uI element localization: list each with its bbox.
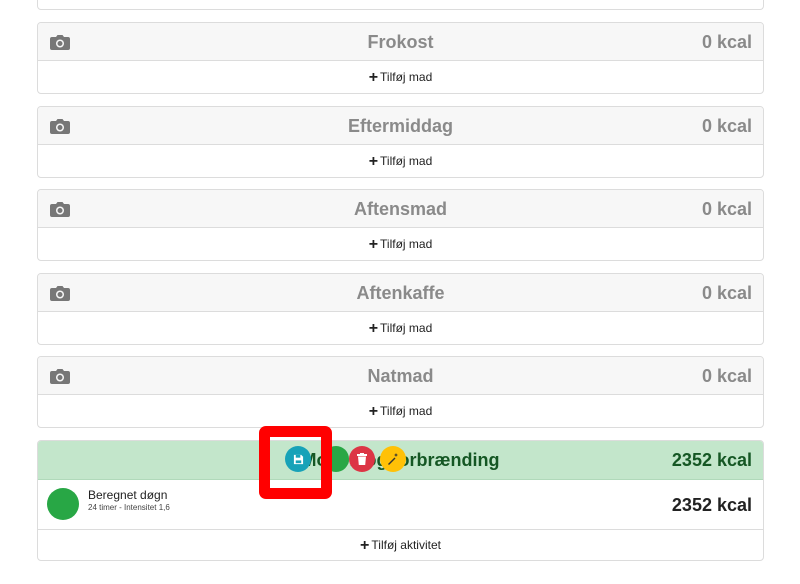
plus-icon: + [368,69,379,86]
add-food-label: Tilføj mad [380,237,433,251]
delete-button[interactable] [349,446,375,472]
activity-item-detail: 24 timer - Intensitet 1,6 [88,503,170,512]
plus-icon: + [360,537,370,554]
meal-title: Natmad [367,366,434,386]
meal-kcal: 0 kcal [701,283,752,303]
meal-header: Aftensmad 0 kcal [38,190,763,228]
previous-meal-card [37,0,764,10]
meal-title: Aftenkaffe [356,283,445,303]
meal-card-aftensmad: Aftensmad 0 kcal + Tilføj mad [37,189,764,261]
plus-icon: + [368,320,379,337]
meal-card-eftermiddag: Eftermiddag 0 kcal + Tilføj mad [37,106,764,178]
meal-title: Aftensmad [353,199,447,219]
highlight-annotation-box [259,426,332,499]
meal-kcal: 0 kcal [701,366,752,386]
meal-card-frokost: Frokost 0 kcal + Tilføj mad [37,22,764,94]
add-activity-label: Tilføj aktivitet [371,538,441,552]
magic-wand-icon [388,453,398,465]
plus-icon: + [368,403,379,420]
meal-title: Frokost [367,32,434,52]
activity-kcal: 2352 kcal [671,450,752,470]
add-food-label: Tilføj mad [380,154,433,168]
add-food-button[interactable]: + Tilføj mad [38,61,763,93]
add-food-label: Tilføj mad [380,70,433,84]
trash-icon [357,453,367,465]
meal-header: Frokost 0 kcal [38,23,763,61]
meal-title: Eftermiddag [347,116,453,136]
add-food-button[interactable]: + Tilføj mad [38,145,763,177]
activity-status-dot [47,488,79,520]
plus-icon: + [368,153,379,170]
meal-kcal: 0 kcal [701,116,752,136]
activity-item-name: Beregnet døgn [88,488,168,502]
meal-card-natmad: Natmad 0 kcal + Tilføj mad [37,356,764,428]
plus-icon: + [368,236,379,253]
activity-item-kcal: 2352 kcal [671,495,752,515]
add-food-label: Tilføj mad [380,321,433,335]
meal-card-aftenkaffe: Aftenkaffe 0 kcal + Tilføj mad [37,273,764,345]
meal-kcal: 0 kcal [701,32,752,52]
magic-wand-button[interactable] [380,446,406,472]
add-activity-button[interactable]: + Tilføj aktivitet [38,530,763,560]
add-food-button[interactable]: + Tilføj mad [38,312,763,344]
add-food-button[interactable]: + Tilføj mad [38,395,763,427]
add-food-button[interactable]: + Tilføj mad [38,228,763,260]
add-food-label: Tilføj mad [380,404,433,418]
meal-header: Aftenkaffe 0 kcal [38,274,763,312]
meal-header: Natmad 0 kcal [38,357,763,395]
meal-kcal: 0 kcal [701,199,752,219]
meal-header: Eftermiddag 0 kcal [38,107,763,145]
activity-item[interactable]: Beregnet døgn 24 timer - Intensitet 1,6 … [38,480,763,530]
